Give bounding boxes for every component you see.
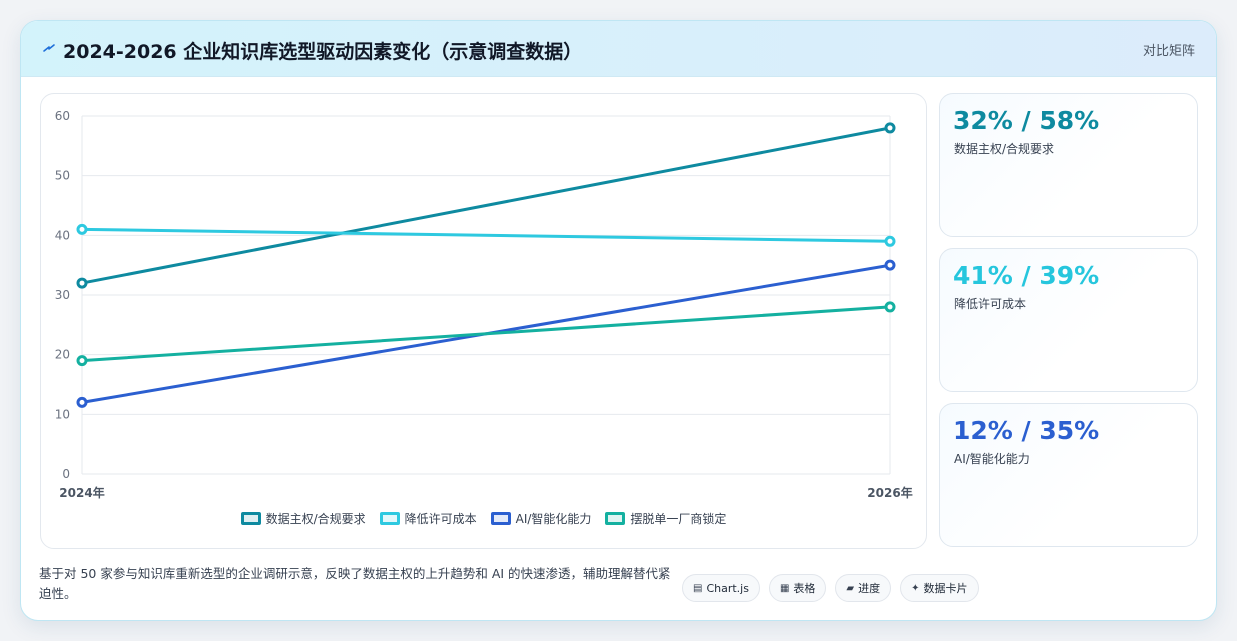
data-point — [884, 122, 896, 134]
legend-item[interactable]: 降低许可成本 — [379, 510, 477, 527]
stat-card-license-cost: 41% / 39% 降低许可成本 — [939, 248, 1198, 392]
chip-label: 数据卡片 — [923, 582, 968, 595]
legend-swatch — [379, 512, 400, 525]
lightning-icon — [43, 44, 55, 52]
legend-swatch — [240, 512, 261, 525]
y-tick-label: 30 — [55, 288, 70, 302]
data-point — [76, 223, 88, 235]
dashboard-card: 2024-2026 企业知识库选型驱动因素变化（示意调查数据） 对比矩阵 0 10… — [20, 20, 1217, 621]
card-header: 2024-2026 企业知识库选型驱动因素变化（示意调查数据） 对比矩阵 — [21, 21, 1216, 77]
chip-data-cards[interactable]: ✦ 数据卡片 — [900, 574, 979, 602]
legend-label: 数据主权/合规要求 — [265, 512, 366, 526]
sparkle-icon: ✦ — [911, 582, 920, 594]
stat-card-ai: 12% / 35% AI/智能化能力 — [939, 403, 1198, 547]
legend-label: AI/智能化能力 — [515, 512, 592, 526]
y-tick-label: 60 — [55, 109, 70, 123]
legend-swatch — [605, 512, 626, 525]
stat-label: 数据主权/合规要求 — [954, 142, 1055, 156]
view-chips: ▤ Chart.js ▦ 表格 ▰ 进度 ✦ 数据卡片 — [682, 574, 979, 602]
data-point — [884, 235, 896, 247]
chip-label: Chart.js — [706, 581, 749, 595]
stat-value: 41% / 39% — [953, 261, 1100, 290]
chip-label: 进度 — [858, 582, 881, 595]
stat-label: 降低许可成本 — [954, 297, 1027, 311]
data-point — [884, 301, 896, 313]
chart-panel: 0 10 20 30 40 50 60 2024年 2026年 数据主权/合规要求 降低许可成本 A… — [40, 93, 927, 549]
data-point — [76, 277, 88, 289]
y-tick-label: 40 — [55, 228, 70, 242]
legend-item[interactable]: AI/智能化能力 — [490, 510, 592, 527]
series-line — [80, 126, 892, 285]
x-tick-label: 2024年 — [59, 485, 104, 500]
survey-note: 基于对 50 家参与知识库重新选型的企业调研示意，反映了数据主权的上升趋势和 A… — [39, 566, 671, 601]
legend-label: 降低许可成本 — [404, 512, 477, 526]
chip-chartjs[interactable]: ▤ Chart.js — [682, 574, 760, 602]
progress-icon: ▰ — [846, 582, 855, 594]
y-tick-label: 10 — [55, 407, 70, 421]
x-tick-label: 2026年 — [867, 485, 912, 500]
stat-value: 12% / 35% — [953, 416, 1100, 445]
stat-value: 32% / 58% — [953, 106, 1100, 135]
data-point — [884, 259, 896, 271]
chip-progress[interactable]: ▰ 进度 — [835, 574, 892, 602]
y-tick-label: 20 — [55, 348, 70, 362]
compare-matrix-link[interactable]: 对比矩阵 — [1143, 40, 1195, 59]
legend-item[interactable]: 摆脱单一厂商锁定 — [605, 510, 726, 527]
line-chart: 0 10 20 30 40 50 60 2024年 2026年 — [55, 109, 913, 500]
chart-icon: ▤ — [693, 582, 703, 594]
stat-card-sovereignty: 32% / 58% 数据主权/合规要求 — [939, 93, 1198, 237]
table-icon: ▦ — [779, 582, 790, 594]
stat-label: AI/智能化能力 — [954, 452, 1030, 466]
chip-table[interactable]: ▦ 表格 — [768, 574, 827, 602]
data-point — [76, 396, 88, 408]
legend-swatch — [490, 512, 511, 525]
y-tick-label: 0 — [62, 467, 70, 481]
page-title: 2024-2026 企业知识库选型驱动因素变化（示意调查数据） — [63, 41, 583, 63]
legend-item[interactable]: 数据主权/合规要求 — [240, 510, 366, 527]
data-point — [76, 355, 88, 367]
series-line — [80, 305, 892, 363]
chip-label: 表格 — [793, 582, 816, 595]
chart-legend: 数据主权/合规要求 降低许可成本 AI/智能化能力 摆脱单一厂商锁定 — [41, 510, 926, 527]
y-tick-label: 50 — [55, 169, 70, 183]
legend-label: 摆脱单一厂商锁定 — [630, 512, 727, 526]
